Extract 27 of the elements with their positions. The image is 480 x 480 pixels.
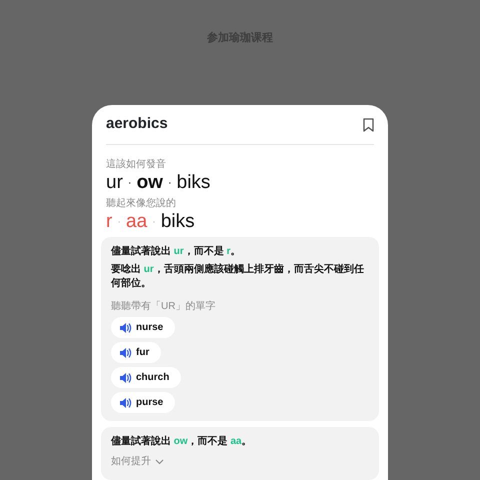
word-audio-button[interactable]: purse — [111, 392, 176, 413]
speaker-icon — [119, 372, 132, 384]
tip-text: 要唸出 ur，舌頭兩側應該碰觸上排牙齒，而舌尖不碰到任何部位。 — [111, 263, 365, 291]
word-audio-button[interactable]: fur — [111, 342, 162, 363]
speaker-icon — [119, 346, 132, 358]
word-audio-button[interactable]: nurse — [111, 317, 176, 338]
separator-dot: · — [117, 215, 121, 230]
speaker-icon — [119, 322, 132, 334]
separator-dot: · — [168, 176, 172, 191]
bookmark-icon[interactable] — [363, 118, 374, 132]
separator-dot: · — [152, 215, 156, 230]
separator-dot: · — [128, 176, 132, 191]
syllable: ur — [106, 173, 123, 193]
pronunciation-label: 聽起來像您說的 — [106, 198, 177, 210]
tip-headline: 儘量試著說出 ow，而不是 aa。 — [111, 435, 253, 448]
speaker-icon — [119, 396, 132, 408]
tip-headline: 儘量試著說出 ur，而不是 r。 — [111, 245, 242, 258]
word-title: aerobics — [106, 114, 168, 134]
word-audio-button[interactable]: church — [111, 367, 182, 388]
syllable: aa — [126, 212, 148, 232]
syllable: biks — [176, 173, 210, 193]
words-label: 聽聽帶有「UR」的單字 — [111, 301, 216, 313]
syllable: r — [106, 212, 112, 232]
syllable: biks — [160, 212, 195, 232]
syllable: ow — [136, 173, 163, 193]
chevron-down-icon — [155, 458, 164, 464]
pronunciation-label: 這該如何發音 — [106, 159, 167, 171]
